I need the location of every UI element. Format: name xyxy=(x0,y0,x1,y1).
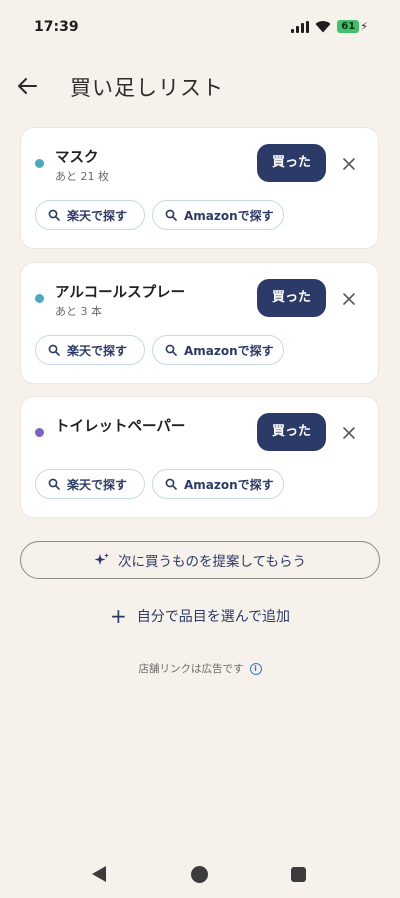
item-color-dot xyxy=(35,294,44,303)
system-nav-bar xyxy=(0,850,400,898)
charging-icon: ⚡ xyxy=(360,20,368,33)
remove-item-button[interactable] xyxy=(339,154,359,174)
search-icon xyxy=(48,478,60,490)
search-rakuten-button[interactable]: 楽天で探す xyxy=(35,335,145,365)
battery-level: 61 xyxy=(337,20,360,33)
search-rakuten-button[interactable]: 楽天で探す xyxy=(35,469,145,499)
search-amazon-button[interactable]: Amazonで探す xyxy=(152,469,284,499)
sparkle-icon xyxy=(94,553,110,565)
item-card: アルコールスプレー あと 3 本 買った 楽天で探す Amazonで探す xyxy=(20,262,379,384)
status-bar: 17:39 61 ⚡ xyxy=(0,0,400,56)
item-name: アルコールスプレー xyxy=(55,285,186,301)
suggest-label: 次に買うものを提案してもらう xyxy=(118,554,306,570)
ad-disclosure: 店舗リンクは広告です i xyxy=(0,661,400,676)
info-icon[interactable]: i xyxy=(249,662,262,675)
arrow-left-icon xyxy=(18,78,37,94)
item-remaining: あと 3 本 xyxy=(55,305,102,318)
search-amazon-button[interactable]: Amazonで探す xyxy=(152,200,284,230)
bought-button[interactable]: 買った xyxy=(257,279,326,317)
ad-disclosure-text: 店舗リンクは広告です xyxy=(138,663,244,675)
search-icon xyxy=(165,344,177,356)
search-icon xyxy=(48,344,60,356)
remove-item-button[interactable] xyxy=(339,289,359,309)
search-rakuten-label: 楽天で探す xyxy=(67,477,128,492)
nav-recents-icon[interactable] xyxy=(291,867,306,882)
signal-icon xyxy=(291,20,310,33)
search-amazon-label: Amazonで探す xyxy=(184,343,274,358)
nav-back-icon[interactable] xyxy=(92,866,106,882)
search-icon xyxy=(48,209,60,221)
close-icon xyxy=(343,158,355,170)
page-title: 買い足しリスト xyxy=(70,76,224,100)
item-name: トイレットペーパー xyxy=(55,419,186,435)
item-remaining: あと 21 枚 xyxy=(55,170,109,183)
remove-item-button[interactable] xyxy=(339,423,359,443)
back-button[interactable] xyxy=(14,70,46,102)
search-amazon-label: Amazonで探す xyxy=(184,208,274,223)
plus-icon: + xyxy=(109,604,127,628)
search-rakuten-label: 楽天で探す xyxy=(67,208,128,223)
add-item-manually-button[interactable]: + 自分で品目を選んで追加 xyxy=(0,603,400,629)
status-time: 17:39 xyxy=(34,19,79,35)
wifi-icon xyxy=(315,21,331,33)
close-icon xyxy=(343,427,355,439)
battery-icon: 61 ⚡ xyxy=(337,20,368,33)
item-color-dot xyxy=(35,159,44,168)
search-icon xyxy=(165,209,177,221)
nav-home-icon[interactable] xyxy=(191,866,208,883)
app-bar: 買い足しリスト xyxy=(0,62,400,110)
add-item-label: 自分で品目を選んで追加 xyxy=(136,609,291,625)
item-card: マスク あと 21 枚 買った 楽天で探す Amazonで探す xyxy=(20,127,379,249)
bought-button[interactable]: 買った xyxy=(257,413,326,451)
bought-button[interactable]: 買った xyxy=(257,144,326,182)
item-card: トイレットペーパー 買った 楽天で探す Amazonで探す xyxy=(20,396,379,518)
item-name: マスク xyxy=(55,150,99,166)
search-amazon-label: Amazonで探す xyxy=(184,477,274,492)
status-icons: 61 ⚡ xyxy=(291,20,368,33)
search-rakuten-label: 楽天で探す xyxy=(67,343,128,358)
search-rakuten-button[interactable]: 楽天で探す xyxy=(35,200,145,230)
search-icon xyxy=(165,478,177,490)
search-amazon-button[interactable]: Amazonで探す xyxy=(152,335,284,365)
suggest-next-items-button[interactable]: 次に買うものを提案してもらう xyxy=(20,541,380,579)
close-icon xyxy=(343,293,355,305)
item-color-dot xyxy=(35,428,44,437)
